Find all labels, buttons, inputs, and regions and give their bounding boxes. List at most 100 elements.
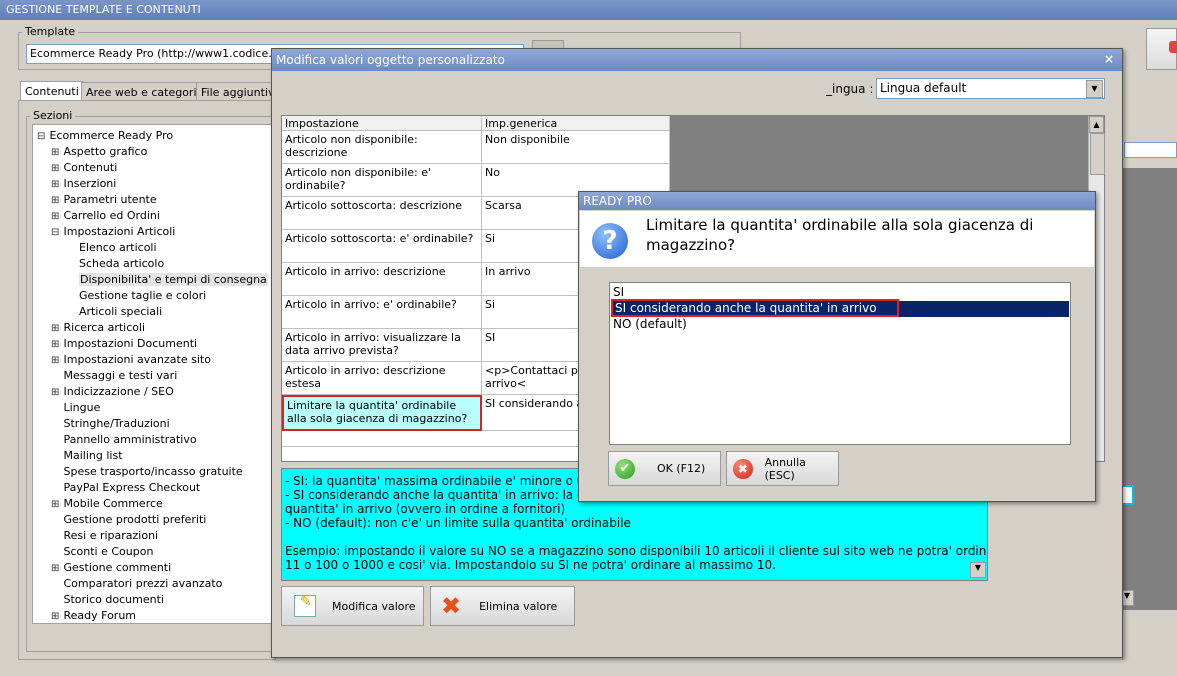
tree-item[interactable]: Gestione taglie e colori — [79, 288, 206, 304]
tree-item[interactable]: ⊞ Gestione commenti — [51, 560, 171, 576]
tree-item-label: Comparatori prezzi avanzato — [63, 577, 223, 590]
tree-item-label: Impostazioni avanzate sito — [63, 353, 211, 366]
tree-item[interactable]: ⊞ Parametri utente — [51, 192, 157, 208]
option-label: NO (default) — [613, 317, 687, 331]
expand-icon[interactable]: ⊞ — [51, 385, 60, 401]
expand-icon[interactable]: ⊞ — [51, 609, 60, 625]
modify-value-button[interactable]: ✎ Modifica valore — [281, 586, 424, 626]
grid-cell-setting[interactable]: Articolo sottoscorta: e' ordinabile? — [282, 230, 482, 263]
chevron-down-icon[interactable]: ▼ — [1086, 80, 1103, 98]
tree-item[interactable]: Sconti e Coupon — [51, 544, 154, 560]
options-list[interactable]: SI SI considerando anche la quantita' in … — [609, 282, 1071, 445]
tab-contenuti[interactable]: Contenuti — [20, 81, 84, 101]
tree-item[interactable]: Lingue — [51, 400, 101, 416]
tree-item[interactable]: Messaggi e testi vari — [51, 368, 178, 384]
tree-item-label: Sconti e Coupon — [63, 545, 154, 558]
grid-cell-setting[interactable]: Articolo non disponibile: descrizione — [282, 131, 482, 164]
expand-icon[interactable]: ⊞ — [51, 321, 60, 337]
tree-item[interactable]: ⊞ Mobile Commerce — [51, 496, 163, 512]
grid-cell-setting[interactable]: Articolo non disponibile: e' ordinabile? — [282, 164, 482, 197]
tree-item[interactable]: Articoli speciali — [79, 304, 162, 320]
tree-item[interactable]: Mailing list — [51, 448, 123, 464]
tree-item[interactable]: ⊞ Aspetto grafico — [51, 144, 147, 160]
tree-item[interactable]: ⊞ Impostazioni avanzate sito — [51, 352, 211, 368]
grid-cell-setting[interactable]: Articolo in arrivo: descrizione — [282, 263, 482, 296]
tree-item[interactable]: ⊞ Indicizzazione / SEO — [51, 384, 174, 400]
tree-item[interactable]: Gestione prodotti preferiti — [51, 512, 207, 528]
tree-item[interactable]: Spese trasporto/incasso gratuite — [51, 464, 243, 480]
option-item[interactable]: NO (default) — [611, 317, 1069, 333]
expand-icon[interactable]: ⊞ — [51, 193, 60, 209]
option-item[interactable]: SI — [611, 285, 1069, 301]
expand-icon[interactable]: ⊞ — [51, 161, 60, 177]
ok-label: OK (F12) — [657, 462, 706, 475]
tree-item-label: Inserzioni — [63, 177, 117, 190]
sections-tree[interactable]: ⊟ Ecommerce Ready Pro ⊞ Aspetto grafico ⊞… — [32, 124, 276, 624]
tree-item[interactable]: Scheda articolo — [79, 256, 164, 272]
expand-icon[interactable]: ⊞ — [51, 497, 60, 513]
grid-cell-setting[interactable]: Limitare la quantita' ordinabile alla so… — [282, 395, 482, 431]
tab-aree-web[interactable]: Aree web e categorie — [81, 82, 209, 101]
toolbar-button-right[interactable] — [1146, 28, 1177, 70]
col-header-value[interactable]: Imp.generica — [482, 116, 670, 131]
grid-cell-setting[interactable]: Articolo in arrivo: visualizzare la data… — [282, 329, 482, 362]
tree-item[interactable]: ⊟ Impostazioni Articoli — [51, 224, 175, 240]
tree-item[interactable]: Disponibilita' e tempi di consegna — [79, 272, 268, 288]
expand-icon[interactable]: ⊞ — [51, 209, 60, 225]
modify-dialog-title: Modifica valori oggetto personalizzato × — [272, 49, 1122, 71]
expand-icon[interactable]: ⊞ — [51, 561, 60, 577]
tree-item-label: Aspetto grafico — [63, 145, 148, 158]
tree-item[interactable]: PayPal Express Checkout — [51, 480, 201, 496]
tree-item-label: Ready Forum — [63, 609, 137, 622]
tree-item[interactable]: Stringhe/Traduzioni — [51, 416, 170, 432]
grid-cell-setting[interactable]: Articolo in arrivo: descrizione estesa — [282, 362, 482, 395]
tree-item[interactable]: Pannello amministrativo — [51, 432, 197, 448]
tree-item[interactable]: ⊞ Contenuti — [51, 160, 117, 176]
tree-item[interactable]: Resi e riparazioni — [51, 528, 159, 544]
close-red-icon — [1169, 41, 1177, 53]
expand-icon[interactable]: ⊞ — [51, 145, 60, 161]
tree-item[interactable]: ⊞ Ricerca articoli — [51, 320, 145, 336]
template-label: Template — [22, 25, 79, 38]
collapse-icon[interactable]: ⊟ — [51, 225, 60, 241]
tree-item[interactable]: Storico documenti — [51, 592, 164, 608]
close-icon[interactable]: × — [1104, 52, 1114, 66]
tree-item[interactable]: ⊞ Carrello ed Ordini — [51, 208, 160, 224]
tree-item[interactable]: ⊞ Inserzioni — [51, 176, 116, 192]
grid-cell-setting[interactable]: Articolo sottoscorta: descrizione — [282, 197, 482, 230]
delete-value-button[interactable]: ✖ Elimina valore — [430, 586, 575, 626]
tree-item[interactable]: ⊞ Ready Forum — [51, 608, 136, 624]
expand-icon[interactable]: ⊞ — [51, 337, 60, 353]
tree-item-label: Gestione commenti — [63, 561, 172, 574]
tree-item-label: Gestione prodotti preferiti — [63, 513, 207, 526]
option-item[interactable]: SI considerando anche la quantita' in ar… — [611, 299, 1069, 317]
grid-cell-value[interactable]: Non disponibile — [482, 131, 670, 164]
check-icon: ✔ — [615, 458, 635, 479]
tree-item-label: Impostazioni Articoli — [63, 225, 176, 238]
tab-file-aggiuntivi[interactable]: File aggiuntivi — [196, 82, 283, 101]
grid-cell-setting[interactable]: Articolo in arrivo: e' ordinabile? — [282, 296, 482, 329]
tree-item[interactable]: Elenco articoli — [79, 240, 157, 256]
scroll-thumb[interactable] — [1090, 133, 1105, 175]
help-line: Esempio: impostando il valore su NO se a… — [285, 544, 988, 558]
tree-item-label: Scheda articolo — [79, 257, 165, 270]
tree-item-label: Carrello ed Ordini — [63, 209, 160, 222]
tree-item-label: Mailing list — [63, 449, 123, 462]
tree-item[interactable]: Comparatori prezzi avanzato — [51, 576, 223, 592]
help-scroll-down[interactable]: ▼ — [970, 562, 986, 578]
tree-item-label: Stringhe/Traduzioni — [63, 417, 170, 430]
col-header-setting[interactable]: Impostazione — [282, 116, 482, 131]
right-field[interactable] — [1124, 142, 1177, 158]
readypro-dialog-title: READY PRO — [579, 192, 1095, 210]
lingua-select[interactable]: Lingua default ▼ — [876, 78, 1105, 99]
tree-item-label: Articoli speciali — [79, 305, 163, 318]
expand-icon[interactable]: ⊞ — [51, 353, 60, 369]
ok-button[interactable]: ✔ OK (F12) — [608, 451, 721, 486]
question-icon: ? — [592, 223, 628, 259]
cancel-button[interactable]: ✖ Annulla (ESC) — [726, 451, 839, 486]
help-line: quantita' in arrivo (ovvero in ordine a … — [285, 502, 566, 516]
tree-root[interactable]: ⊟ Ecommerce Ready Pro — [37, 128, 173, 144]
scroll-up-icon[interactable]: ▲ — [1089, 116, 1104, 133]
tree-item[interactable]: ⊞ Impostazioni Documenti — [51, 336, 197, 352]
expand-icon[interactable]: ⊞ — [51, 177, 60, 193]
